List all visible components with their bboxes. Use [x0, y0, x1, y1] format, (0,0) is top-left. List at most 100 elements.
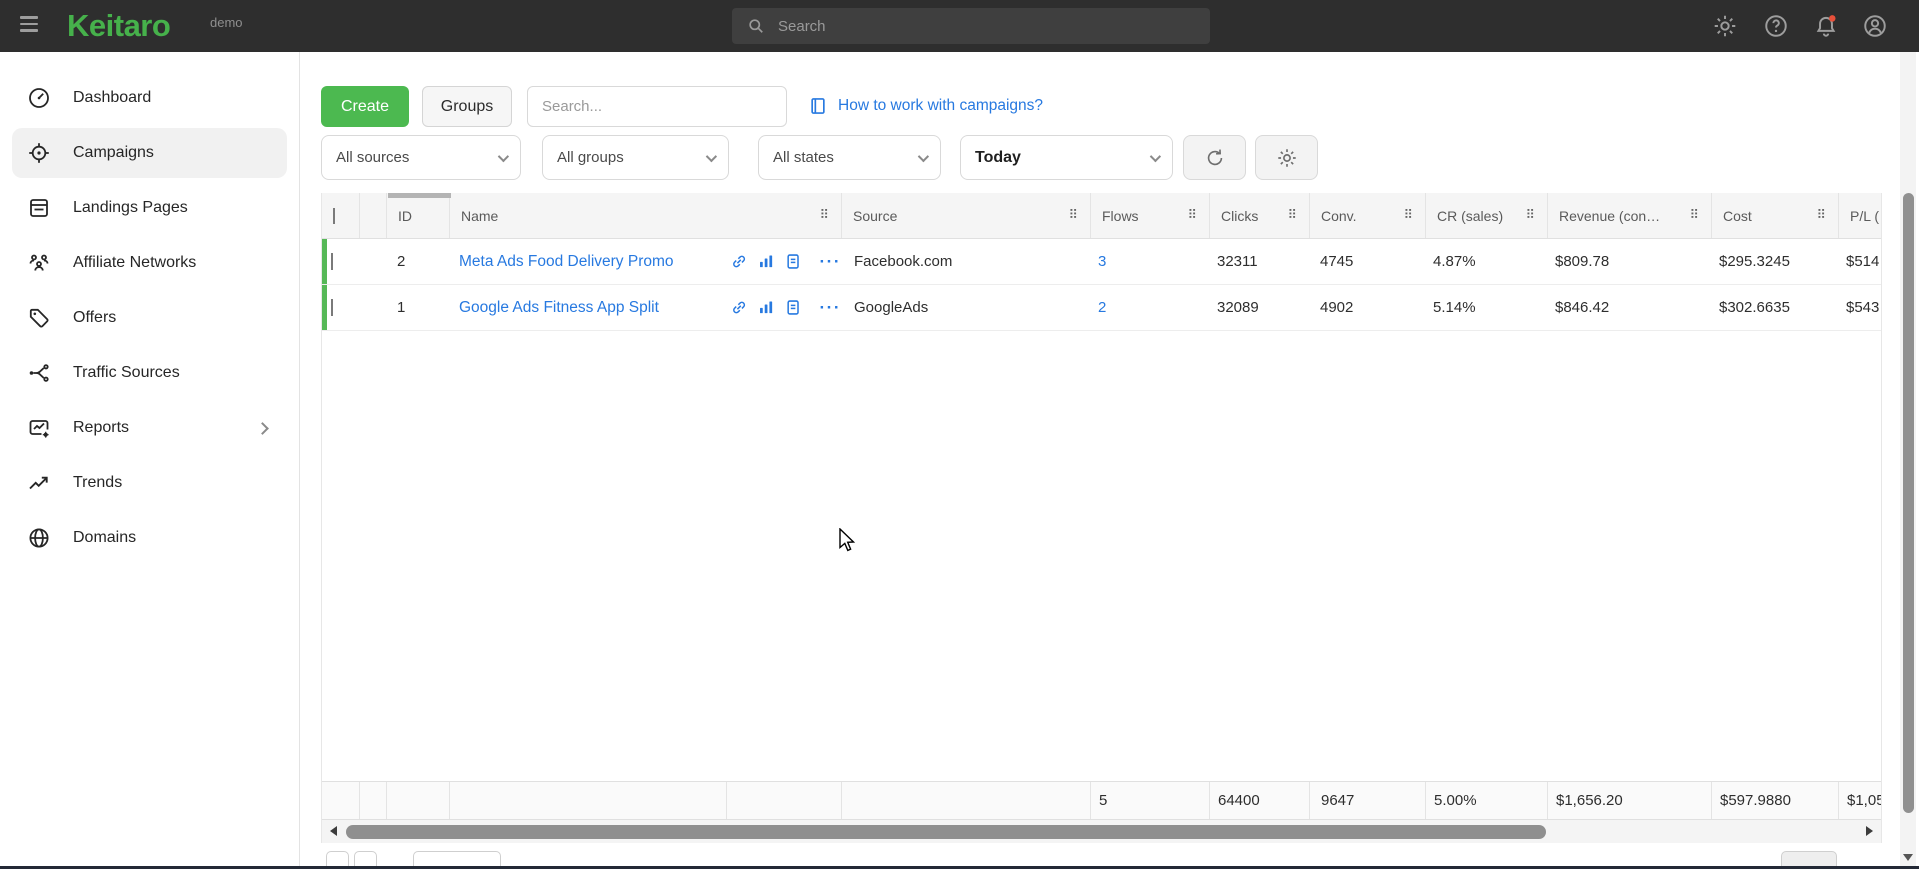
- header-conv[interactable]: Conv.⠿: [1309, 193, 1425, 238]
- sidebar-item-label: Domains: [73, 529, 136, 547]
- campaign-report-icon[interactable]: [784, 252, 802, 271]
- drag-handle-icon[interactable]: ⠿: [1187, 209, 1197, 222]
- totals-empty: [449, 782, 726, 819]
- header-name[interactable]: Name⠿: [449, 193, 841, 238]
- drag-handle-icon[interactable]: ⠿: [819, 209, 829, 222]
- sidebar-item-dashboard[interactable]: Dashboard: [12, 73, 287, 123]
- revenue-cell: $846.42: [1547, 299, 1711, 316]
- chevron-down-icon: [498, 150, 509, 161]
- flows-cell: 3: [1090, 253, 1209, 270]
- global-search[interactable]: [732, 8, 1210, 44]
- campaign-report-icon[interactable]: [784, 298, 802, 317]
- campaign-search-input[interactable]: [527, 86, 787, 127]
- scroll-down-arrow-icon[interactable]: [1903, 854, 1913, 861]
- row-menu-icon[interactable]: ···: [820, 252, 841, 272]
- horizontal-scrollbar[interactable]: [322, 820, 1881, 843]
- campaign-stats-icon[interactable]: [757, 298, 775, 317]
- select-all-checkbox[interactable]: [333, 208, 335, 224]
- help-link-wrap[interactable]: How to work with campaigns?: [808, 96, 1043, 116]
- sidebar-item-offers[interactable]: Offers: [12, 293, 287, 343]
- totals-empty: [386, 782, 449, 819]
- user-account-icon[interactable]: [1862, 13, 1888, 39]
- row-select: [322, 299, 359, 316]
- flows-link[interactable]: 2: [1098, 299, 1106, 316]
- refresh-button[interactable]: [1183, 135, 1246, 180]
- domains-globe-icon: [27, 526, 51, 550]
- header-cost[interactable]: Cost⠿: [1711, 193, 1838, 238]
- chevron-down-icon: [1150, 150, 1161, 161]
- header-revenue[interactable]: Revenue (con…⠿: [1547, 193, 1711, 238]
- states-filter-value: All states: [773, 149, 834, 166]
- table-row[interactable]: 2 Meta Ads Food Delivery Promo ··· Faceb…: [322, 239, 1881, 285]
- cost-cell: $295.3245: [1711, 253, 1838, 270]
- campaign-link-icon[interactable]: [730, 252, 748, 271]
- sources-filter-value: All sources: [336, 149, 409, 166]
- hamburger-menu-icon[interactable]: [20, 16, 46, 36]
- scroll-left-arrow-icon[interactable]: [330, 826, 337, 836]
- chevron-down-icon: [706, 150, 717, 161]
- gear-icon: [1276, 147, 1298, 169]
- horizontal-scrollbar-thumb[interactable]: [346, 825, 1546, 839]
- scroll-right-arrow-icon[interactable]: [1866, 826, 1873, 836]
- sidebar-item-label: Dashboard: [73, 89, 151, 107]
- groups-filter-dropdown[interactable]: All groups: [542, 135, 729, 180]
- drag-handle-icon[interactable]: ⠿: [1525, 209, 1535, 222]
- header-clicks[interactable]: Clicks⠿: [1209, 193, 1309, 238]
- campaign-stats-icon[interactable]: [757, 252, 775, 271]
- sources-filter-dropdown[interactable]: All sources: [321, 135, 521, 180]
- notifications-bell-icon[interactable]: [1813, 13, 1839, 39]
- header-select-all: [322, 208, 359, 224]
- row-checkbox[interactable]: [331, 299, 333, 316]
- sidebar-item-campaigns[interactable]: Campaigns: [12, 128, 287, 178]
- drag-handle-icon[interactable]: ⠿: [1403, 209, 1413, 222]
- totals-pl: $1,05: [1838, 782, 1881, 819]
- drag-handle-icon[interactable]: ⠿: [1689, 209, 1699, 222]
- header-source[interactable]: Source⠿: [841, 193, 1090, 238]
- table-row[interactable]: 1 Google Ads Fitness App Split ··· Googl…: [322, 285, 1881, 331]
- sidebar-item-reports[interactable]: Reports: [12, 403, 287, 453]
- header-flows[interactable]: Flows⠿: [1090, 193, 1209, 238]
- row-menu-icon[interactable]: ···: [820, 298, 841, 318]
- refresh-icon: [1204, 147, 1226, 169]
- row-checkbox[interactable]: [331, 253, 333, 270]
- sidebar-item-label: Campaigns: [73, 144, 154, 162]
- help-icon[interactable]: [1763, 13, 1789, 39]
- campaign-name-link[interactable]: Google Ads Fitness App Split: [459, 299, 659, 316]
- groups-button[interactable]: Groups: [422, 86, 512, 127]
- sidebar-item-traffic-sources[interactable]: Traffic Sources: [12, 348, 287, 398]
- sidebar-item-landings-pages[interactable]: Landings Pages: [12, 183, 287, 233]
- date-range-dropdown[interactable]: Today: [960, 135, 1173, 180]
- chevron-down-icon: [918, 150, 929, 161]
- states-filter-dropdown[interactable]: All states: [758, 135, 941, 180]
- drag-handle-icon[interactable]: ⠿: [1287, 209, 1297, 222]
- totals-revenue: $1,656.20: [1547, 782, 1711, 819]
- book-icon: [808, 96, 828, 116]
- sidebar-item-label: Traffic Sources: [73, 364, 180, 382]
- sidebar: Dashboard Campaigns Landings Pages Affil…: [0, 52, 300, 869]
- sidebar-item-domains[interactable]: Domains: [12, 513, 287, 563]
- table-header-row: ID Name⠿ Source⠿ Flows⠿ Clicks⠿ Conv.⠿ C…: [322, 193, 1881, 239]
- app-window: Keitaro demo Dashboard Campaigns Landing…: [0, 0, 1919, 869]
- drag-handle-icon[interactable]: ⠿: [1068, 209, 1078, 222]
- table-top-scrollbar-thumb[interactable]: [388, 193, 451, 198]
- help-link[interactable]: How to work with campaigns?: [838, 97, 1043, 115]
- affiliate-networks-icon: [27, 251, 51, 275]
- campaign-link-icon[interactable]: [730, 298, 748, 317]
- header-pl[interactable]: P/L (: [1838, 193, 1881, 238]
- vertical-scrollbar[interactable]: [1900, 52, 1916, 869]
- campaign-name-link[interactable]: Meta Ads Food Delivery Promo: [459, 253, 674, 270]
- table-settings-button[interactable]: [1255, 135, 1318, 180]
- topbar: Keitaro demo: [0, 0, 1919, 52]
- header-id[interactable]: ID: [386, 193, 449, 238]
- sidebar-item-trends[interactable]: Trends: [12, 458, 287, 508]
- flows-link[interactable]: 3: [1098, 253, 1106, 270]
- offers-tag-icon: [27, 306, 51, 330]
- header-cr-sales[interactable]: CR (sales)⠿: [1425, 193, 1547, 238]
- vertical-scrollbar-thumb[interactable]: [1903, 193, 1914, 813]
- global-search-input[interactable]: [778, 18, 1158, 35]
- settings-icon[interactable]: [1712, 13, 1738, 39]
- sidebar-item-affiliate-networks[interactable]: Affiliate Networks: [12, 238, 287, 288]
- create-button[interactable]: Create: [321, 86, 409, 127]
- drag-handle-icon[interactable]: ⠿: [1816, 209, 1826, 222]
- totals-empty: [359, 782, 386, 819]
